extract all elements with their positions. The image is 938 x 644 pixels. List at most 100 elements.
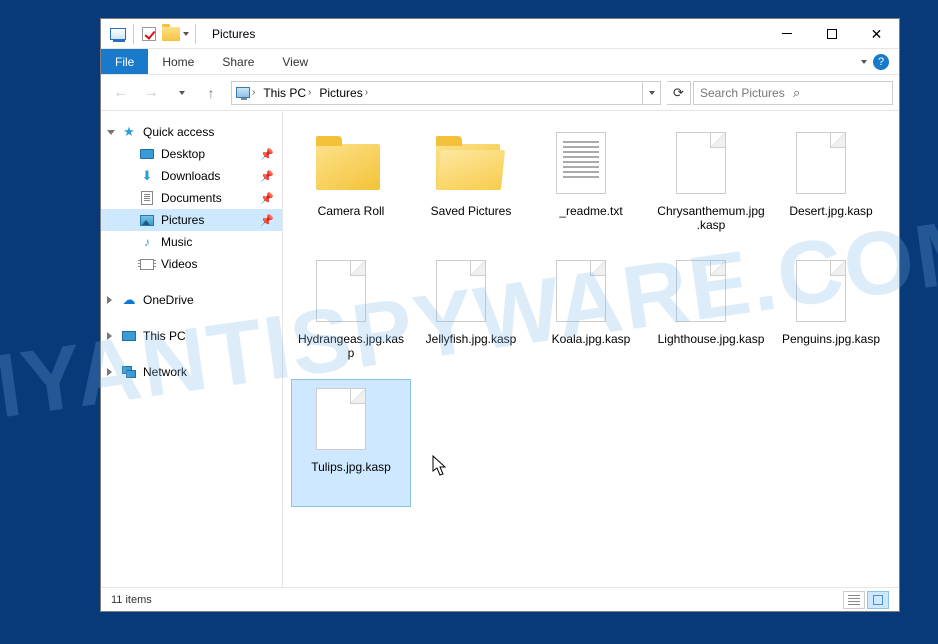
close-button[interactable]: ✕ bbox=[854, 19, 899, 49]
navigation-pane: ★ Quick access Desktop📌⬇Downloads📌Docume… bbox=[101, 111, 283, 587]
file-icon bbox=[316, 256, 386, 326]
sidebar-item-videos[interactable]: Videos bbox=[101, 253, 282, 275]
chevron-right-icon[interactable] bbox=[107, 296, 112, 304]
tab-share[interactable]: Share bbox=[208, 49, 268, 74]
address-bar[interactable]: › This PC › Pictures › bbox=[231, 81, 661, 105]
pc-icon bbox=[121, 328, 137, 344]
sidebar-network[interactable]: Network bbox=[101, 361, 282, 383]
search-icon: ⌕ bbox=[793, 85, 886, 101]
window-title: Pictures bbox=[212, 27, 255, 41]
save-check-icon[interactable] bbox=[138, 23, 160, 45]
file-item[interactable]: Jellyfish.jpg.kasp bbox=[411, 251, 531, 379]
chevron-right-icon[interactable] bbox=[107, 332, 112, 340]
pc-icon bbox=[236, 87, 250, 98]
refresh-button[interactable]: ⟳ bbox=[667, 81, 691, 105]
chevron-down-icon[interactable] bbox=[107, 130, 115, 135]
file-item[interactable]: Koala.jpg.kasp bbox=[531, 251, 651, 379]
breadcrumb-label: Pictures bbox=[319, 86, 362, 100]
up-button[interactable]: ↑ bbox=[197, 79, 225, 107]
file-item[interactable]: Tulips.jpg.kasp bbox=[291, 379, 411, 507]
file-icon bbox=[676, 256, 746, 326]
network-icon bbox=[121, 364, 137, 380]
view-large-icons-button[interactable] bbox=[867, 591, 889, 609]
file-item[interactable]: _readme.txt bbox=[531, 123, 651, 251]
star-icon: ★ bbox=[121, 124, 137, 140]
sidebar-item-downloads[interactable]: ⬇Downloads📌 bbox=[101, 165, 282, 187]
pin-icon: 📌 bbox=[260, 214, 274, 227]
tab-file[interactable]: File bbox=[101, 49, 148, 74]
help-icon[interactable]: ? bbox=[873, 54, 889, 70]
sidebar-quick-access[interactable]: ★ Quick access bbox=[101, 121, 282, 143]
quick-access-toolbar bbox=[101, 23, 189, 45]
maximize-button[interactable] bbox=[809, 19, 854, 49]
downloads-icon: ⬇ bbox=[139, 168, 155, 184]
file-item[interactable]: Penguins.jpg.kasp bbox=[771, 251, 891, 379]
sidebar-item-label: Documents bbox=[161, 191, 222, 205]
file-name: Penguins.jpg.kasp bbox=[782, 332, 880, 346]
breadcrumb-label: This PC bbox=[263, 86, 306, 100]
recent-dropdown-icon[interactable] bbox=[167, 79, 195, 107]
sidebar-label: Quick access bbox=[143, 125, 214, 139]
file-grid: Camera Roll Saved Pictures _readme.txt Chry… bbox=[291, 123, 891, 507]
file-name: Tulips.jpg.kasp bbox=[311, 460, 391, 474]
navigation-bar: ← → ↑ › This PC › Pictures › ⟳ Search Pi… bbox=[101, 75, 899, 111]
properties-icon[interactable] bbox=[107, 23, 129, 45]
pin-icon: 📌 bbox=[260, 148, 274, 161]
file-name: Saved Pictures bbox=[431, 204, 512, 218]
sidebar-item-label: Music bbox=[161, 235, 192, 249]
breadcrumb-pictures[interactable]: Pictures › bbox=[315, 82, 372, 104]
file-item[interactable]: Lighthouse.jpg.kasp bbox=[651, 251, 771, 379]
title-separator bbox=[195, 24, 196, 44]
tab-view[interactable]: View bbox=[268, 49, 322, 74]
ribbon-expand-icon[interactable] bbox=[861, 60, 867, 64]
sidebar-item-label: Desktop bbox=[161, 147, 205, 161]
tab-home[interactable]: Home bbox=[148, 49, 208, 74]
file-icon bbox=[796, 128, 866, 198]
file-icon bbox=[316, 128, 386, 198]
explorer-window: Pictures ✕ File Home Share View ? ← → ↑ … bbox=[100, 18, 900, 612]
title-bar: Pictures ✕ bbox=[101, 19, 899, 49]
sidebar-label: Network bbox=[143, 365, 187, 379]
search-input[interactable]: Search Pictures ⌕ bbox=[693, 81, 893, 105]
minimize-button[interactable] bbox=[764, 19, 809, 49]
address-dropdown-icon[interactable] bbox=[642, 82, 660, 104]
sidebar-item-music[interactable]: ♪Music bbox=[101, 231, 282, 253]
file-icon bbox=[436, 128, 506, 198]
pin-icon: 📌 bbox=[260, 170, 274, 183]
desktop-icon bbox=[139, 146, 155, 162]
file-name: _readme.txt bbox=[559, 204, 622, 218]
file-item[interactable]: Camera Roll bbox=[291, 123, 411, 251]
sidebar-label: This PC bbox=[143, 329, 186, 343]
back-button[interactable]: ← bbox=[107, 79, 135, 107]
file-icon bbox=[436, 256, 506, 326]
file-name: Jellyfish.jpg.kasp bbox=[426, 332, 517, 346]
chevron-right-icon[interactable] bbox=[107, 368, 112, 376]
file-name: Camera Roll bbox=[318, 204, 385, 218]
sidebar-onedrive[interactable]: ☁ OneDrive bbox=[101, 289, 282, 311]
file-item[interactable]: Chrysanthemum.jpg.kasp bbox=[651, 123, 771, 251]
file-name: Chrysanthemum.jpg.kasp bbox=[656, 204, 766, 233]
status-bar: 11 items bbox=[101, 587, 899, 611]
view-details-button[interactable] bbox=[843, 591, 865, 609]
forward-button[interactable]: → bbox=[137, 79, 165, 107]
sidebar-item-label: Pictures bbox=[161, 213, 204, 227]
sidebar-this-pc[interactable]: This PC bbox=[101, 325, 282, 347]
qat-dropdown-icon[interactable] bbox=[183, 32, 189, 36]
breadcrumb-root[interactable]: › bbox=[232, 82, 259, 104]
documents-icon bbox=[139, 190, 155, 206]
file-icon bbox=[556, 256, 626, 326]
file-view[interactable]: Camera Roll Saved Pictures _readme.txt Chry… bbox=[283, 111, 899, 587]
ribbon-tabs: File Home Share View ? bbox=[101, 49, 899, 75]
videos-icon bbox=[139, 256, 155, 272]
file-item[interactable]: Desert.jpg.kasp bbox=[771, 123, 891, 251]
file-icon bbox=[796, 256, 866, 326]
new-folder-icon[interactable] bbox=[160, 23, 182, 45]
file-item[interactable]: Saved Pictures bbox=[411, 123, 531, 251]
sidebar-item-documents[interactable]: Documents📌 bbox=[101, 187, 282, 209]
file-icon bbox=[316, 384, 386, 454]
sidebar-item-desktop[interactable]: Desktop 📌 bbox=[101, 143, 282, 165]
file-item[interactable]: Hydrangeas.jpg.kasp bbox=[291, 251, 411, 379]
sidebar-item-pictures[interactable]: Pictures 📌 bbox=[101, 209, 282, 231]
breadcrumb-thispc[interactable]: This PC › bbox=[259, 82, 315, 104]
file-name: Desert.jpg.kasp bbox=[789, 204, 872, 218]
